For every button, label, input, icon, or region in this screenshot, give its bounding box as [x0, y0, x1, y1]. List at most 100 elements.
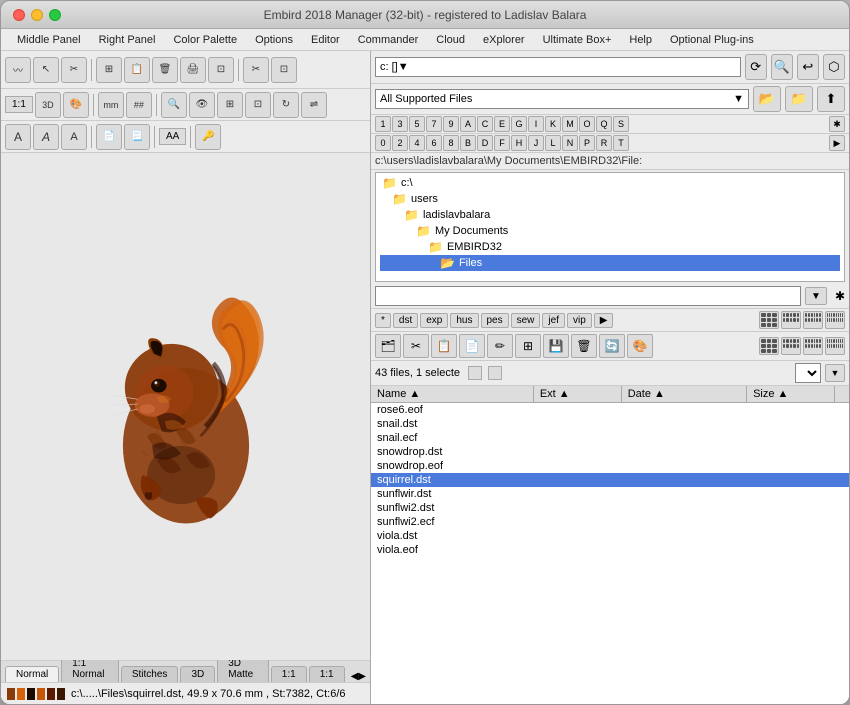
- col-header-ext[interactable]: Ext ▲: [534, 386, 622, 402]
- file-row-snail-ecf[interactable]: snail.ecf: [371, 431, 849, 445]
- alpha-4[interactable]: 4: [409, 135, 425, 151]
- col-header-date[interactable]: Date ▲: [622, 386, 747, 402]
- act-multi[interactable]: ⊞: [515, 334, 541, 358]
- file-row-snowdrop-dst[interactable]: snowdrop.dst: [371, 445, 849, 459]
- folder-tree[interactable]: 📁c:\ 📁users 📁ladislavbalara 📁My Document…: [375, 172, 845, 282]
- file-row-snail-dst[interactable]: snail.dst: [371, 417, 849, 431]
- alpha-E[interactable]: E: [494, 116, 510, 132]
- status-star[interactable]: ▼: [825, 364, 845, 382]
- folder-new-btn[interactable]: 📁: [785, 86, 813, 112]
- file-row-sunflwi2-dst[interactable]: sunflwi2.dst: [371, 501, 849, 515]
- alpha-J[interactable]: J: [528, 135, 544, 151]
- ft-sew[interactable]: sew: [511, 313, 541, 328]
- paste-btn[interactable]: 📋: [124, 57, 150, 83]
- prev-arrow[interactable]: ◀: [351, 671, 359, 682]
- alpha-H[interactable]: H: [511, 135, 527, 151]
- col-header-size[interactable]: Size ▲: [747, 386, 835, 402]
- file-row-viola-eof[interactable]: viola.eof: [371, 543, 849, 557]
- tab-1-1[interactable]: 1:1: [271, 666, 307, 682]
- act-convert[interactable]: 🔄: [599, 334, 625, 358]
- print-btn[interactable]: 🖨: [180, 57, 206, 83]
- alpha-0[interactable]: 0: [375, 135, 391, 151]
- alpha-R[interactable]: R: [596, 135, 612, 151]
- ft-exp[interactable]: exp: [420, 313, 448, 328]
- alpha-N[interactable]: N: [562, 135, 578, 151]
- grid-view-1[interactable]: [759, 311, 779, 329]
- menu-cloud[interactable]: Cloud: [428, 32, 473, 48]
- rotate-btn[interactable]: ↻: [273, 92, 299, 118]
- act-rename[interactable]: ✏: [487, 334, 513, 358]
- alpha-A[interactable]: A: [460, 116, 476, 132]
- doc-btn[interactable]: 📄: [96, 124, 122, 150]
- color-btn[interactable]: 🎨: [63, 92, 89, 118]
- alpha-arrow-r[interactable]: ▶: [829, 135, 845, 151]
- alpha-9[interactable]: 9: [443, 116, 459, 132]
- copy-btn[interactable]: ⊞: [96, 57, 122, 83]
- alpha-C[interactable]: C: [477, 116, 493, 132]
- menu-ultimate[interactable]: Ultimate Box+: [535, 32, 620, 48]
- export-btn[interactable]: ⊡: [208, 57, 234, 83]
- menu-middle-panel[interactable]: Middle Panel: [9, 32, 89, 48]
- ft-star[interactable]: *: [375, 313, 391, 328]
- 3d-btn[interactable]: 3D: [35, 92, 61, 118]
- eye-btn[interactable]: 👁: [189, 92, 215, 118]
- menu-color-palette[interactable]: Color Palette: [165, 32, 245, 48]
- search-btn[interactable]: ▼: [805, 287, 827, 305]
- ft-pes[interactable]: pes: [481, 313, 509, 328]
- alpha-star[interactable]: ✱: [829, 116, 845, 132]
- alpha-S[interactable]: S: [613, 116, 629, 132]
- doc2-btn[interactable]: 📃: [124, 124, 150, 150]
- act-save[interactable]: 💾: [543, 334, 569, 358]
- act-color[interactable]: 🎨: [627, 334, 653, 358]
- alpha-D[interactable]: D: [477, 135, 493, 151]
- menu-editor[interactable]: Editor: [303, 32, 348, 48]
- alpha-P[interactable]: P: [579, 135, 595, 151]
- right-grid-4[interactable]: [825, 337, 845, 355]
- select-btn[interactable]: ↖: [33, 57, 59, 83]
- alpha-2[interactable]: 2: [392, 135, 408, 151]
- move2-btn[interactable]: ⊡: [245, 92, 271, 118]
- alpha-6[interactable]: 6: [426, 135, 442, 151]
- alpha-G[interactable]: G: [511, 116, 527, 132]
- col-header-name[interactable]: Name ▲: [371, 386, 534, 402]
- ft-more[interactable]: ▶: [594, 313, 614, 328]
- maximize-button[interactable]: [49, 9, 61, 21]
- search-input[interactable]: [375, 286, 801, 306]
- folder-open-btn[interactable]: 📂: [753, 86, 781, 112]
- font-aa-btn[interactable]: AA: [159, 128, 186, 145]
- flip-btn[interactable]: ⇌: [301, 92, 327, 118]
- text-btn[interactable]: A: [5, 124, 31, 150]
- alpha-5[interactable]: 5: [409, 116, 425, 132]
- alpha-8[interactable]: 8: [443, 135, 459, 151]
- zoom-btn[interactable]: 🔍: [161, 92, 187, 118]
- folder-embird32[interactable]: 📁EMBIRD32: [380, 239, 840, 255]
- move-btn[interactable]: ⊡: [271, 57, 297, 83]
- folder-c[interactable]: 📁c:\: [380, 175, 840, 191]
- next-arrow[interactable]: ▶: [358, 671, 366, 682]
- right-grid-2[interactable]: [781, 337, 801, 355]
- zoom-in-btn[interactable]: 🔍: [771, 54, 793, 80]
- act-cut[interactable]: ✂: [403, 334, 429, 358]
- menu-commander[interactable]: Commander: [350, 32, 427, 48]
- edit-btn[interactable]: ✂: [61, 57, 87, 83]
- scale-1-1-btn[interactable]: 1:1: [5, 96, 33, 113]
- file-list[interactable]: rose6.eof snail.dst snail.ecf snowdrop.d…: [371, 403, 849, 704]
- ft-dst[interactable]: dst: [393, 313, 418, 328]
- act-copy[interactable]: 📋: [431, 334, 457, 358]
- grid-view-3[interactable]: [803, 311, 823, 329]
- folder-up-btn[interactable]: ⬆: [817, 86, 845, 112]
- prev-btn[interactable]: ↩: [797, 54, 819, 80]
- menu-plugins[interactable]: Optional Plug-ins: [662, 32, 762, 48]
- cut-btn[interactable]: ✂: [243, 57, 269, 83]
- alpha-F[interactable]: F: [494, 135, 510, 151]
- stitch-view-btn[interactable]: 〰: [5, 57, 31, 83]
- delete-btn[interactable]: 🗑: [152, 57, 178, 83]
- alpha-L[interactable]: L: [545, 135, 561, 151]
- file-row-sunflwi2-ecf[interactable]: sunflwi2.ecf: [371, 515, 849, 529]
- grid-view-4[interactable]: [825, 311, 845, 329]
- grid-view-2[interactable]: [781, 311, 801, 329]
- alpha-Q[interactable]: Q: [596, 116, 612, 132]
- folder-mydocs[interactable]: 📁My Documents: [380, 223, 840, 239]
- key-btn[interactable]: 🔑: [195, 124, 221, 150]
- alpha-7[interactable]: 7: [426, 116, 442, 132]
